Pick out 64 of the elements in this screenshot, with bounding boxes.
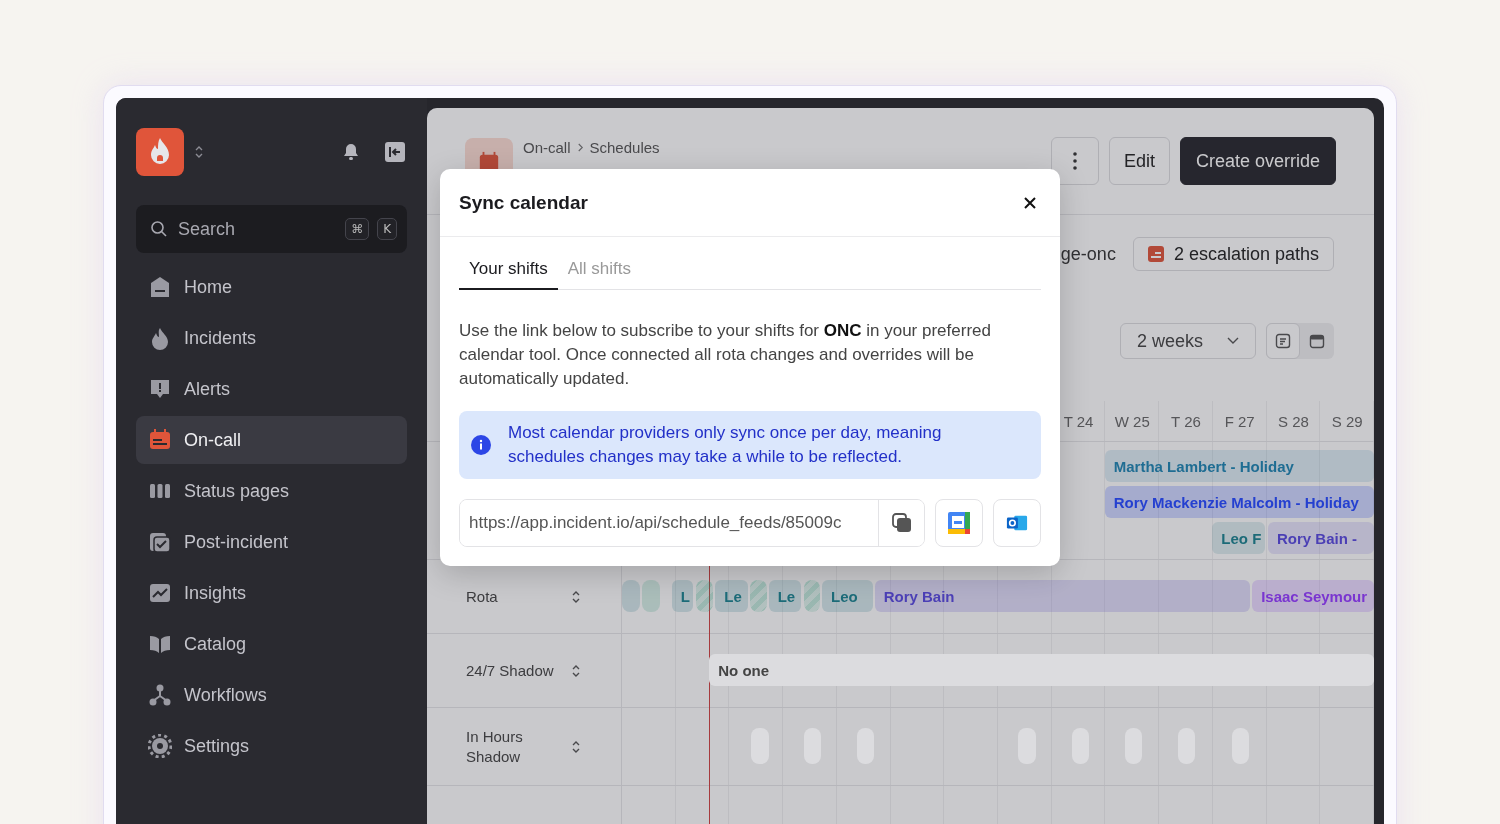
rota-label: In Hours Shadow	[466, 727, 524, 766]
day-label: T 26	[1170, 412, 1202, 430]
chevron-up-down-icon[interactable]	[194, 144, 204, 160]
calendar-logo-icon	[947, 511, 971, 535]
shift-bar[interactable]: No one	[709, 654, 1374, 686]
chart-icon	[148, 581, 172, 605]
calendar-icon	[148, 428, 172, 452]
nav-item[interactable]: Catalog	[136, 620, 407, 668]
info-icon	[471, 435, 491, 455]
search-field[interactable]: Search	[176, 217, 338, 241]
override-bar[interactable]: Rory Bain -	[1267, 522, 1374, 554]
breadcrumb-link[interactable]: Schedules	[589, 139, 660, 156]
gear-icon	[148, 734, 172, 758]
flow-icon	[148, 683, 172, 707]
edit-button[interactable]: Edit	[1108, 137, 1170, 185]
escalation-icon	[1147, 246, 1164, 262]
rota-label: 24/7 Shadow	[466, 660, 555, 681]
nav-item[interactable]: Post-incident	[136, 518, 407, 566]
close-icon	[1023, 195, 1037, 210]
house-icon	[148, 275, 172, 299]
nav-item[interactable]: Status pages	[136, 467, 407, 515]
nav-item[interactable]: Incidents	[136, 314, 407, 362]
list-view-button[interactable]	[1266, 323, 1300, 359]
collapse-sidebar-icon[interactable]	[385, 142, 405, 162]
more-button[interactable]	[1050, 137, 1099, 185]
day-label: W 25	[1113, 412, 1151, 430]
info-text: Most calendar providers only sync once per day, meaning schedules changes may take a while to be reflected.	[508, 422, 943, 468]
outlook-button[interactable]	[993, 499, 1041, 547]
day-label: T 24	[1062, 412, 1095, 430]
create-override-button[interactable]: Create override	[1179, 137, 1336, 185]
breadcrumb-link[interactable]: On-call	[523, 139, 571, 156]
tab[interactable]: Your shifts	[459, 251, 558, 290]
shortcut-key: K	[377, 218, 397, 240]
day-label: S 28	[1277, 412, 1310, 430]
search-bar[interactable]: Search ⌘ K	[136, 205, 407, 253]
range-dropdown[interactable]: 2 weeks	[1119, 323, 1256, 359]
search-icon	[150, 220, 168, 238]
chevron-down-icon	[1227, 337, 1239, 345]
shift-block[interactable]	[695, 580, 713, 612]
rota-label: Rota	[466, 586, 499, 607]
nav-item[interactable]: On-call	[136, 416, 407, 464]
chevron-right-icon	[576, 142, 584, 153]
google-calendar-button[interactable]	[935, 499, 983, 547]
nav-item[interactable]: Settings	[136, 722, 407, 770]
dialog-title: Sync calendar	[459, 191, 588, 214]
escalation-paths-button[interactable]: 2 escalation paths	[1132, 237, 1334, 271]
bell-icon[interactable]	[341, 142, 361, 162]
more-icon	[1072, 152, 1077, 170]
day-label: S 29	[1330, 412, 1364, 430]
copy-icon	[891, 513, 912, 533]
nav-item[interactable]: Alerts	[136, 365, 407, 413]
list-icon	[1275, 333, 1291, 349]
copy-button[interactable]	[878, 500, 924, 546]
nav-item[interactable]: Home	[136, 263, 407, 311]
shortcut-key: ⌘	[345, 218, 370, 240]
nav-item[interactable]: Workflows	[136, 671, 407, 719]
day-label: F 27	[1223, 412, 1256, 430]
calendar-icon	[1309, 333, 1325, 349]
schedule-link[interactable]: ge-onc	[1060, 243, 1116, 265]
checklist-icon	[148, 530, 172, 554]
nav-item[interactable]: Insights	[136, 569, 407, 617]
flame-logo-icon[interactable]	[136, 128, 184, 176]
dialog-description: Use the link below to subscribe to your shifts for ONC in your preferred calendar tool. Once connected all rota changes and overrides will be automatically updated.	[459, 320, 992, 390]
shift-bar[interactable]: Rory Bain	[874, 580, 1250, 612]
